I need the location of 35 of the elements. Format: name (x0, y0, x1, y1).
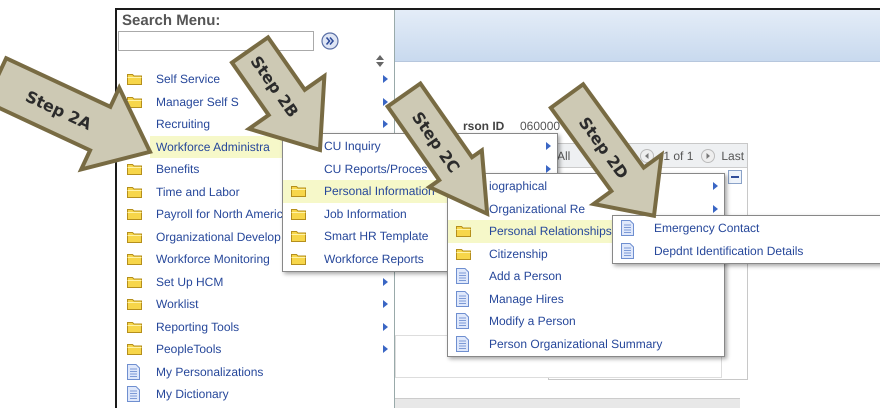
menu-item-label: Set Up HCM (156, 274, 224, 291)
menu-item-label: Organizational Develop (156, 228, 281, 246)
menu-item-label: Job Information (324, 206, 407, 223)
menu-item-label: Benefits (156, 161, 200, 178)
menu-item-label: Modify a Person (489, 313, 576, 330)
menu-item-label: Add a Person (489, 268, 562, 286)
menu-item-label: Person Organizational Summary (489, 336, 662, 353)
menu-item-label: Manager Self S (156, 94, 239, 111)
menu-item-label: Self Service (156, 71, 220, 88)
menu-item-label: Worklist (156, 296, 198, 314)
menu-item-label: Workforce Administra (156, 138, 270, 156)
menu-item-label: My Dictionary (156, 386, 229, 404)
menu-item-label: Workforce Reports (324, 250, 424, 268)
menu-item-label: Workforce Monitoring (156, 251, 270, 268)
menu-item-label: Time and Labor (156, 184, 240, 201)
menu-item-label: iographical (489, 178, 548, 196)
menu-item-label: Organizational Re (489, 200, 586, 218)
person-id-value: 060000 (520, 118, 560, 135)
menu-item-label: Manage Hires (489, 290, 564, 308)
menu-item-label: CU Reports/Proces (324, 160, 428, 178)
menu-item-label: Payroll for North Americ (156, 206, 283, 224)
menu-item-label: PeopleTools (156, 341, 222, 358)
step-label: Step 2A (22, 86, 95, 134)
menu-item-label: CU Inquiry (324, 138, 381, 156)
menu-item-label: Citizenship (489, 246, 548, 263)
field-label: rson ID (463, 118, 504, 135)
row-count: 1 of 1 (663, 148, 694, 164)
menu-item-label: Smart HR Template (324, 228, 428, 246)
menu-item-label: My Personalizations (156, 364, 264, 381)
menu-item-label: Personal Relationships (489, 223, 612, 240)
menu-item-label: Personal Information (324, 183, 435, 200)
menu-item-label: Reporting Tools (156, 318, 240, 336)
menu-item-label: Depdnt Identification Details (654, 242, 804, 260)
search-menu-label: Search Menu: (122, 12, 220, 30)
menu-item-label: Recruiting (156, 116, 210, 134)
